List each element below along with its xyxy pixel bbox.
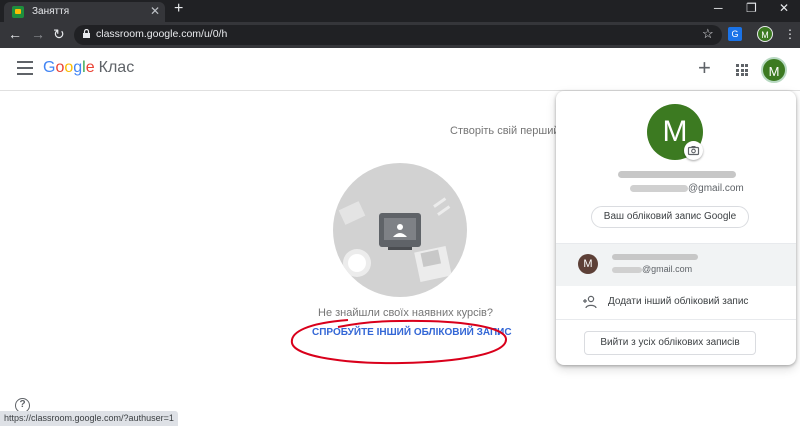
tab-title: Заняття [32,6,70,17]
bookmark-star-icon[interactable]: ☆ [702,26,714,42]
create-class-hint: Створіть свій перший [450,125,560,137]
other-account-item[interactable]: M @gmail.com [556,244,796,286]
empty-state-illustration [333,163,467,297]
browser-tab-strip: Заняття ✕ + ─ ❐ ✕ [0,0,800,22]
lock-icon [83,29,90,38]
change-photo-camera-icon[interactable] [684,141,703,160]
add-account-item[interactable]: Додати інший обліковий запис [556,286,796,318]
close-window-button[interactable]: ✕ [779,1,789,15]
translate-icon[interactable]: G [728,27,742,41]
account-email: @gmail.com [630,183,744,194]
google-classroom-logo[interactable]: Google Клас [43,59,134,77]
red-ellipse-annotation [290,319,508,365]
back-button[interactable]: ← [8,26,22,42]
main-menu-icon[interactable] [17,61,33,75]
url-text: classroom.google.com/u/0/h [96,28,228,40]
browser-menu-icon[interactable]: ⋮ [784,27,796,41]
person-add-icon [583,295,597,309]
forward-button[interactable]: → [31,26,45,42]
new-tab-button[interactable]: + [174,0,183,18]
browser-toolbar: ← → ↻ classroom.google.com/u/0/h ☆ [0,22,800,48]
other-account-avatar: M [578,254,598,274]
divider [556,319,796,320]
browser-tab[interactable]: Заняття ✕ [4,2,165,22]
sign-out-all-button[interactable]: Вийти з усіх облікових записів [584,331,756,355]
status-bar-url: https://classroom.google.com/?authuser=1 [0,411,178,426]
add-account-label: Додати інший обліковий запис [608,296,749,307]
app-header: Google Клас + [0,48,800,91]
manage-google-account-button[interactable]: Ваш обліковий запис Google [591,206,749,228]
redacted-other-account-name [612,254,698,260]
classroom-favicon-icon [12,6,24,18]
address-bar[interactable]: classroom.google.com/u/0/h ☆ [74,25,722,45]
account-switcher-popup: M @gmail.com Ваш обліковий запис Google … [556,91,796,365]
redacted-account-name [618,171,736,178]
create-join-class-button[interactable]: + [698,55,711,81]
other-account-email: @gmail.com [612,264,692,274]
minimize-button[interactable]: ─ [714,1,723,15]
browser-profile-avatar[interactable]: M [757,26,773,42]
tab-close-icon[interactable]: ✕ [150,4,160,18]
restore-button[interactable]: ❐ [746,1,757,15]
account-avatar-button[interactable]: M [761,57,787,83]
reload-button[interactable]: ↻ [53,26,65,43]
google-apps-icon[interactable] [736,64,748,76]
app-name: Клас [98,59,135,76]
